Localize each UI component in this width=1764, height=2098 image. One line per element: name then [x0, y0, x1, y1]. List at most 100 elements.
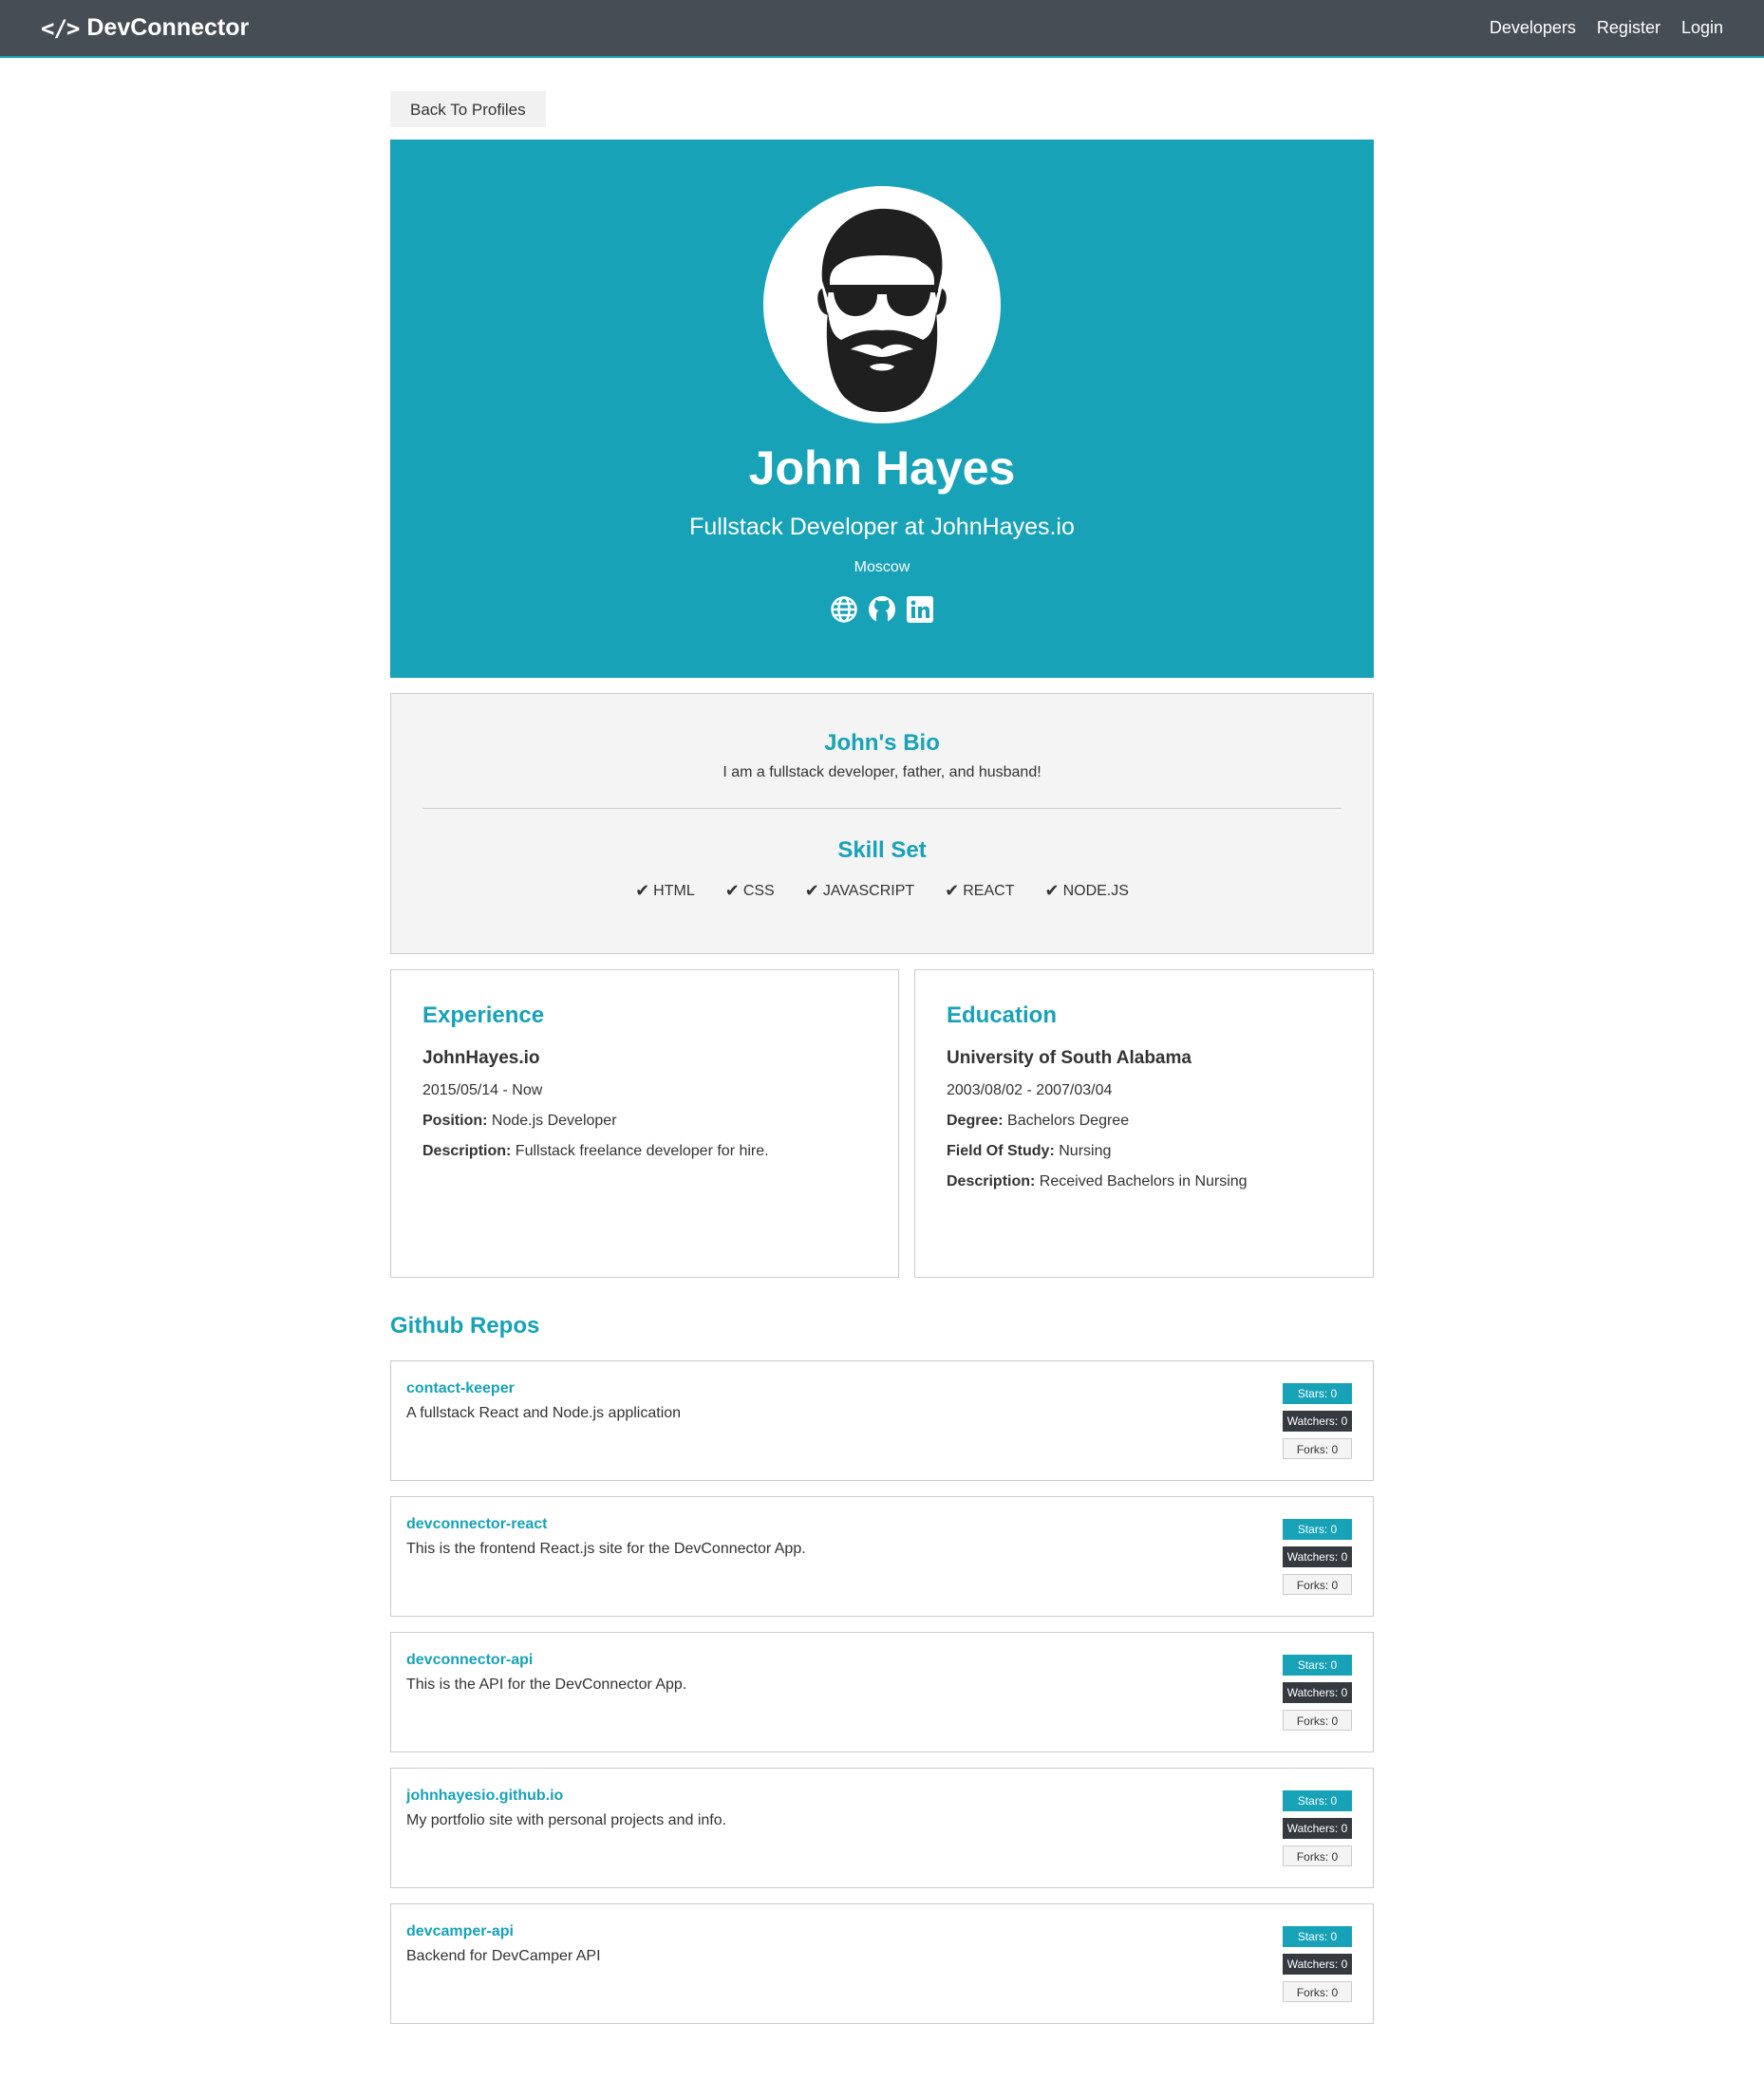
education-description: Description: Received Bachelors in Nursi…	[947, 1173, 1342, 1190]
repo-description: This is the API for the DevConnector App…	[406, 1677, 687, 1693]
position-value: Node.js Developer	[491, 1113, 617, 1129]
repo-item: devconnector-api This is the API for the…	[390, 1632, 1374, 1752]
skill-item: ✔ HTML	[635, 881, 695, 901]
experience-education-row: Experience JohnHayes.io 2015/05/14 - Now…	[390, 969, 1374, 1278]
github-icon[interactable]	[868, 595, 896, 624]
repo-info: contact-keeper A fullstack React and Nod…	[406, 1380, 681, 1480]
repo-description: Backend for DevCamper API	[406, 1948, 601, 1964]
divider	[422, 808, 1342, 809]
nav-developers-link[interactable]: Developers	[1490, 18, 1576, 38]
field-label: Field Of Study:	[947, 1143, 1055, 1159]
skill-item: ✔ REACT	[945, 881, 1014, 901]
linkedin-icon[interactable]	[906, 595, 934, 624]
repo-info: devcamper-api Backend for DevCamper API	[406, 1923, 601, 2023]
nav-register-link[interactable]: Register	[1597, 18, 1661, 38]
skill-label: CSS	[742, 882, 775, 899]
forks-badge: Forks: 0	[1283, 1981, 1352, 2002]
repo-description: A fullstack React and Node.js applicatio…	[406, 1405, 682, 1421]
globe-icon[interactable]	[830, 595, 858, 624]
repo-link[interactable]: devconnector-react	[406, 1516, 548, 1532]
forks-badge: Forks: 0	[1283, 1574, 1352, 1595]
repo-item: contact-keeper A fullstack React and Nod…	[390, 1360, 1374, 1481]
watchers-badge: Watchers: 0	[1283, 1818, 1352, 1839]
stars-badge: Stars: 0	[1283, 1519, 1352, 1540]
profile-name: John Hayes	[748, 441, 1016, 495]
watchers-badge: Watchers: 0	[1283, 1411, 1352, 1432]
experience-section: Experience JohnHayes.io 2015/05/14 - Now…	[390, 969, 899, 1278]
repo-description: This is the frontend React.js site for t…	[406, 1541, 806, 1557]
stars-badge: Stars: 0	[1283, 1790, 1352, 1811]
nav-login-link[interactable]: Login	[1681, 18, 1723, 38]
repo-badges: Stars: 0 Watchers: 0 Forks: 0	[1283, 1923, 1352, 2023]
repo-link[interactable]: devcamper-api	[406, 1923, 514, 1939]
profile-page: Back To Profiles John Hayes Fullstack De…	[390, 91, 1374, 2024]
profile-header: John Hayes Fullstack Developer at JohnHa…	[390, 140, 1374, 678]
degree-value: Bachelors Degree	[1007, 1113, 1130, 1129]
repo-item: devcamper-api Backend for DevCamper API …	[390, 1903, 1374, 2024]
stars-badge: Stars: 0	[1283, 1383, 1352, 1404]
experience-description: Description: Fullstack freelance develop…	[422, 1143, 867, 1160]
forks-badge: Forks: 0	[1283, 1710, 1352, 1731]
bio-text: I am a fullstack developer, father, and …	[722, 764, 1042, 780]
profile-location: Moscow	[854, 559, 910, 575]
description-value: Received Bachelors in Nursing	[1039, 1173, 1248, 1189]
code-icon: </>	[41, 14, 80, 42]
experience-company: JohnHayes.io	[422, 1048, 540, 1068]
repo-link[interactable]: devconnector-api	[406, 1652, 533, 1668]
navbar: </> DevConnector Developers Register Log…	[0, 0, 1764, 58]
watchers-badge: Watchers: 0	[1283, 1682, 1352, 1703]
experience-position: Position: Node.js Developer	[422, 1113, 867, 1130]
skill-item: ✔ JAVASCRIPT	[805, 881, 914, 901]
skills-title: Skill Set	[837, 837, 927, 863]
repo-link[interactable]: johnhayesio.github.io	[406, 1788, 563, 1804]
position-label: Position:	[422, 1113, 488, 1129]
stars-badge: Stars: 0	[1283, 1655, 1352, 1676]
check-icon: ✔	[724, 881, 740, 900]
skill-item: ✔ CSS	[725, 881, 775, 901]
education-title: Education	[947, 1002, 1058, 1028]
skill-list: ✔ HTML ✔ CSS ✔ JAVASCRIPT ✔ REACT ✔ NODE.JS	[422, 881, 1342, 901]
forks-badge: Forks: 0	[1283, 1845, 1352, 1866]
field-value: Nursing	[1059, 1143, 1112, 1159]
watchers-badge: Watchers: 0	[1283, 1546, 1352, 1567]
repo-item: devconnector-react This is the frontend …	[390, 1496, 1374, 1617]
bearded-man-avatar	[763, 186, 1001, 423]
description-label: Description:	[947, 1173, 1036, 1189]
social-links	[830, 595, 934, 624]
experience-title: Experience	[422, 1002, 545, 1028]
description-value: Fullstack freelance developer for hire.	[515, 1143, 769, 1159]
experience-dates: 2015/05/14 - Now	[422, 1082, 543, 1098]
brand-link[interactable]: </> DevConnector	[41, 14, 249, 42]
repo-info: devconnector-react This is the frontend …	[406, 1516, 806, 1616]
education-degree: Degree: Bachelors Degree	[947, 1113, 1342, 1130]
skill-label: REACT	[963, 882, 1015, 899]
education-school: University of South Alabama	[947, 1048, 1192, 1068]
education-field: Field Of Study: Nursing	[947, 1143, 1342, 1160]
check-icon: ✔	[635, 881, 650, 900]
skill-item: ✔ NODE.JS	[1044, 881, 1128, 901]
repo-description: My portfolio site with personal projects…	[406, 1812, 727, 1828]
repo-item: johnhayesio.github.io My portfolio site …	[390, 1768, 1374, 1888]
stars-badge: Stars: 0	[1283, 1926, 1352, 1947]
back-to-profiles-button[interactable]: Back To Profiles	[390, 91, 546, 127]
skill-label: HTML	[653, 882, 695, 899]
repo-badges: Stars: 0 Watchers: 0 Forks: 0	[1283, 1380, 1352, 1480]
education-section: Education University of South Alabama 20…	[914, 969, 1374, 1278]
repo-badges: Stars: 0 Watchers: 0 Forks: 0	[1283, 1788, 1352, 1887]
description-label: Description:	[422, 1143, 512, 1159]
skill-label: NODE.JS	[1062, 882, 1129, 899]
degree-label: Degree:	[947, 1113, 1004, 1129]
check-icon: ✔	[1044, 881, 1060, 900]
forks-badge: Forks: 0	[1283, 1438, 1352, 1459]
skill-label: JAVASCRIPT	[822, 882, 915, 899]
repo-info: johnhayesio.github.io My portfolio site …	[406, 1788, 726, 1887]
repo-info: devconnector-api This is the API for the…	[406, 1652, 686, 1751]
nav-links: Developers Register Login	[1490, 18, 1723, 38]
check-icon: ✔	[804, 881, 819, 900]
check-icon: ✔	[945, 881, 960, 900]
profile-status: Fullstack Developer at JohnHayes.io	[689, 514, 1075, 540]
repo-link[interactable]: contact-keeper	[406, 1380, 515, 1396]
profile-about: John's Bio I am a fullstack developer, f…	[390, 693, 1374, 954]
watchers-badge: Watchers: 0	[1283, 1954, 1352, 1975]
repo-badges: Stars: 0 Watchers: 0 Forks: 0	[1283, 1516, 1352, 1616]
